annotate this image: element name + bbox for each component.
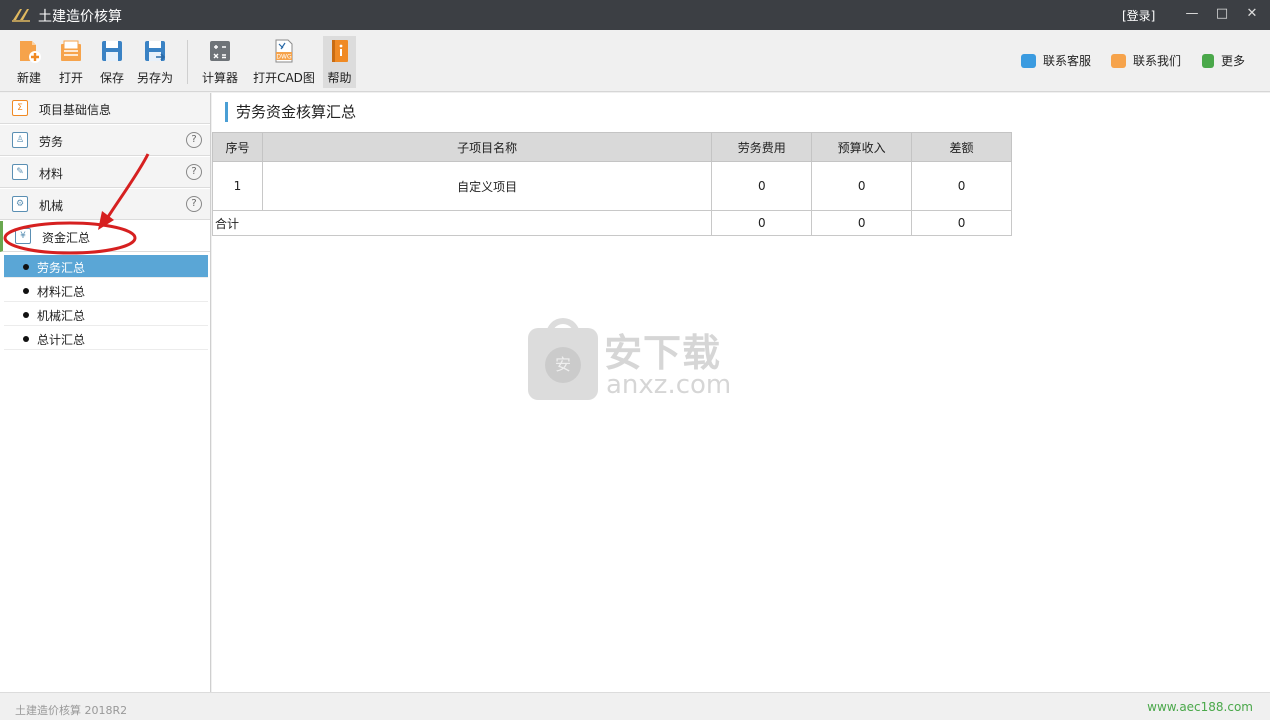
watermark: 安 安下载 anxz.com [528, 318, 743, 400]
contact-service-link[interactable]: 联系客服 [1021, 52, 1091, 70]
subitem-machinery-summary[interactable]: 机械汇总 [4, 303, 208, 326]
column-header[interactable]: 差额 [911, 132, 1012, 162]
sidebar-item-project-info[interactable]: Σ 项目基础信息 [0, 93, 210, 124]
table-cell: 0 [711, 210, 813, 236]
brush-icon: ✎ [12, 164, 28, 180]
contact-us-link[interactable]: 联系我们 [1111, 52, 1181, 70]
save-as-button[interactable]: 另存为 [135, 36, 175, 88]
column-header[interactable]: 预算收入 [811, 132, 913, 162]
more-arrow-icon [1202, 54, 1214, 68]
envelope-icon [1111, 54, 1126, 68]
shopping-bag-icon: 安 [528, 318, 598, 400]
sidebar: Σ 项目基础信息 ♙ 劳务 ? ✎ 材料 ? ⚙ 机械 ? ¥ 资金汇总 劳务汇… [0, 93, 211, 692]
table-cell[interactable]: 0 [711, 161, 813, 211]
column-header[interactable]: 序号 [212, 132, 263, 162]
window-title: 土建造价核算 [38, 9, 122, 25]
new-file-icon [20, 41, 41, 63]
help-circle-icon[interactable]: ? [186, 196, 202, 212]
save-button[interactable]: 保存 [96, 36, 128, 88]
more-link[interactable]: 更多 [1202, 52, 1245, 70]
watermark-url: anxz.com [606, 370, 732, 400]
save-as-icon [145, 41, 166, 61]
table-cell[interactable]: 0 [811, 161, 913, 211]
help-book-icon [331, 40, 348, 62]
table-row[interactable]: 1 自定义项目 0 0 0 [212, 161, 1012, 211]
bullet-icon [23, 336, 29, 342]
version-label: 土建造价核算 2018R2 [15, 704, 128, 717]
login-link[interactable]: [登录] [1122, 7, 1155, 24]
page-title: 劳务资金核算汇总 [225, 102, 356, 122]
help-circle-icon[interactable]: ? [186, 132, 202, 148]
toolbar: 新建 打开 保存 另存为 计算器 DWG 打开CAD图 帮助 联系客服 联系我们… [0, 30, 1270, 92]
maximize-button[interactable]: □ [1210, 3, 1234, 27]
gear-icon: ⚙ [12, 196, 28, 212]
folder-icon [61, 40, 81, 61]
bullet-icon [23, 288, 29, 294]
floppy-disk-icon [102, 41, 122, 61]
calculator-icon [210, 41, 230, 61]
subitem-total-summary[interactable]: 总计汇总 [4, 327, 208, 350]
table-cell[interactable]: 0 [911, 161, 1012, 211]
sigma-icon: Σ [12, 100, 28, 116]
sidebar-item-labor[interactable]: ♙ 劳务 ? [0, 125, 210, 156]
help-circle-icon[interactable]: ? [186, 164, 202, 180]
column-header[interactable]: 子项目名称 [261, 132, 713, 162]
customer-service-icon [1021, 54, 1036, 68]
close-button[interactable]: ✕ [1240, 3, 1264, 27]
total-label: 合计 [211, 210, 713, 236]
calculator-button[interactable]: 计算器 [200, 36, 240, 88]
column-header[interactable]: 劳务费用 [711, 132, 813, 162]
help-button[interactable]: 帮助 [323, 36, 356, 88]
bullet-icon [23, 264, 29, 270]
title-bar: 土建造价核算 [登录] — □ ✕ [0, 0, 1270, 30]
summary-table: 序号 子项目名称 劳务费用 预算收入 差额 1 自定义项目 0 0 0 合计 0… [211, 132, 1012, 236]
table-cell: 0 [911, 210, 1012, 236]
open-button[interactable]: 打开 [55, 36, 87, 88]
subitem-material-summary[interactable]: 材料汇总 [4, 279, 208, 302]
table-cell[interactable]: 自定义项目 [261, 161, 713, 211]
bullet-icon [23, 312, 29, 318]
money-icon: ¥ [15, 228, 31, 244]
table-cell[interactable]: 1 [212, 161, 263, 211]
new-button[interactable]: 新建 [12, 36, 46, 88]
table-total-row: 合计 0 0 0 [211, 210, 1012, 236]
toolbar-separator [187, 40, 188, 84]
dwg-file-icon: DWG [275, 39, 293, 63]
table-header-row: 序号 子项目名称 劳务费用 预算收入 差额 [212, 132, 1012, 162]
open-cad-button[interactable]: DWG 打开CAD图 [252, 36, 316, 88]
website-link[interactable]: www.aec188.com [1147, 700, 1253, 714]
person-icon: ♙ [12, 132, 28, 148]
app-logo-icon [12, 9, 30, 22]
sidebar-item-machinery[interactable]: ⚙ 机械 ? [0, 189, 210, 220]
subitem-labor-summary[interactable]: 劳务汇总 [4, 255, 208, 278]
table-cell: 0 [811, 210, 913, 236]
watermark-text: 安下载 [604, 331, 722, 375]
sidebar-item-fund-summary[interactable]: ¥ 资金汇总 [0, 221, 210, 252]
svg-text:DWG: DWG [276, 54, 292, 61]
sidebar-item-materials[interactable]: ✎ 材料 ? [0, 157, 210, 188]
minimize-button[interactable]: — [1180, 3, 1204, 27]
status-bar: 土建造价核算 2018R2 www.aec188.com [0, 692, 1270, 720]
